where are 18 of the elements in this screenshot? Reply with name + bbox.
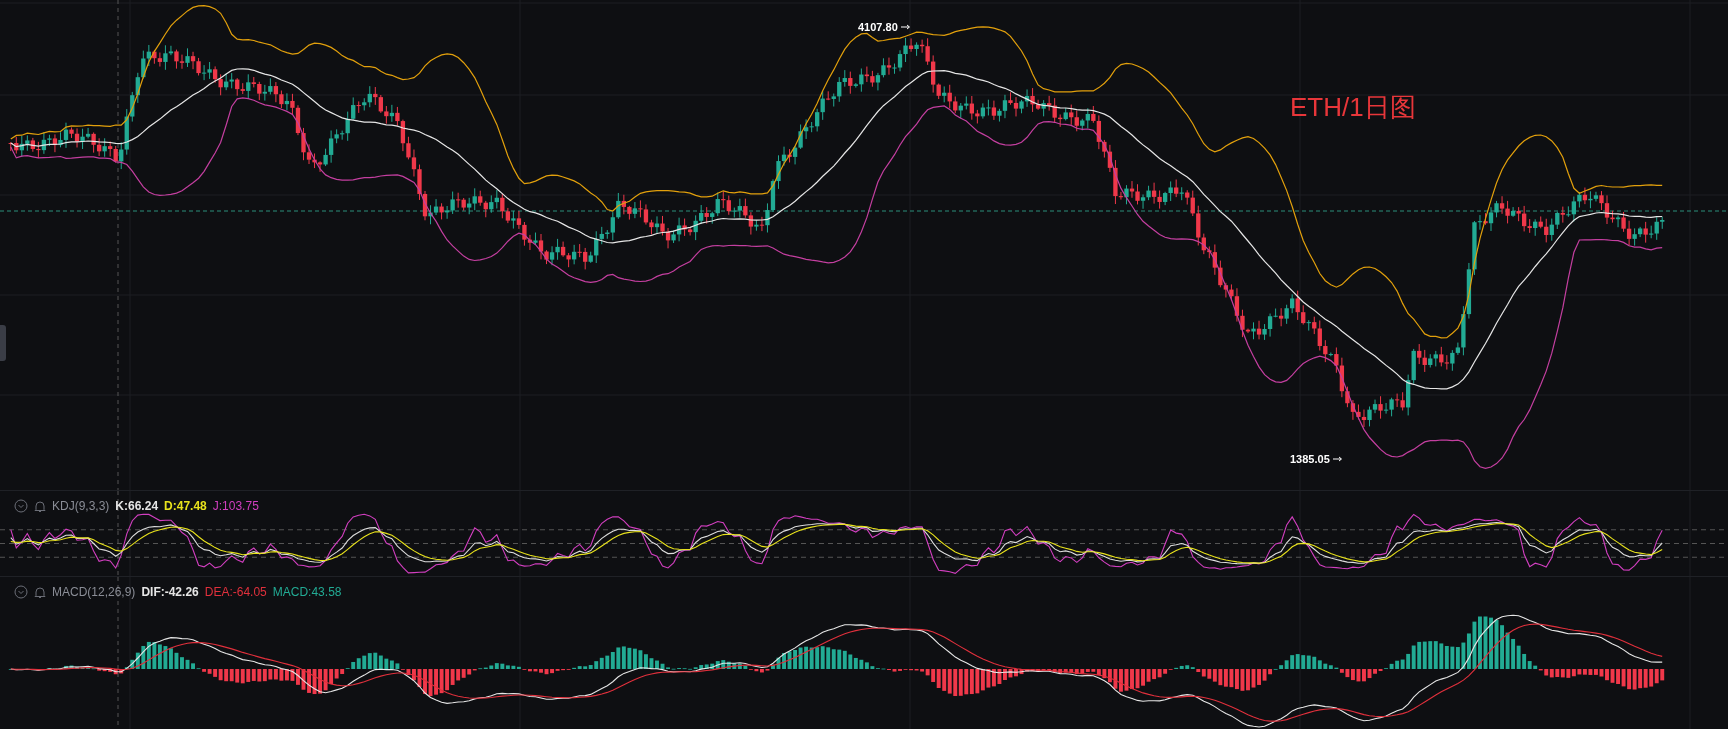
low-price-label: 1385.05: [1290, 453, 1330, 465]
macd-value: MACD:43.58: [272, 585, 342, 599]
side-panel-handle[interactable]: [0, 325, 6, 361]
collapse-icon[interactable]: [14, 499, 28, 513]
k-value: K:66.24: [115, 499, 159, 513]
j-value: J:103.75: [212, 499, 259, 513]
indicator-name: KDJ(9,3,3): [52, 499, 110, 513]
collapse-icon[interactable]: [14, 585, 28, 599]
bell-icon[interactable]: [34, 499, 46, 513]
arrow-icon: [900, 24, 911, 30]
chart-title: ETH/1日图: [1290, 91, 1416, 124]
d-value: D:47.48: [164, 499, 207, 513]
arrow-icon: [1332, 456, 1343, 462]
high-price-label: 4107.80: [858, 21, 898, 33]
dif-value: DIF:-42.26: [141, 585, 199, 599]
dea-value: DEA:-64.05: [204, 585, 267, 599]
indicator-name: MACD(12,26,9): [52, 585, 136, 599]
bell-icon[interactable]: [34, 585, 46, 599]
